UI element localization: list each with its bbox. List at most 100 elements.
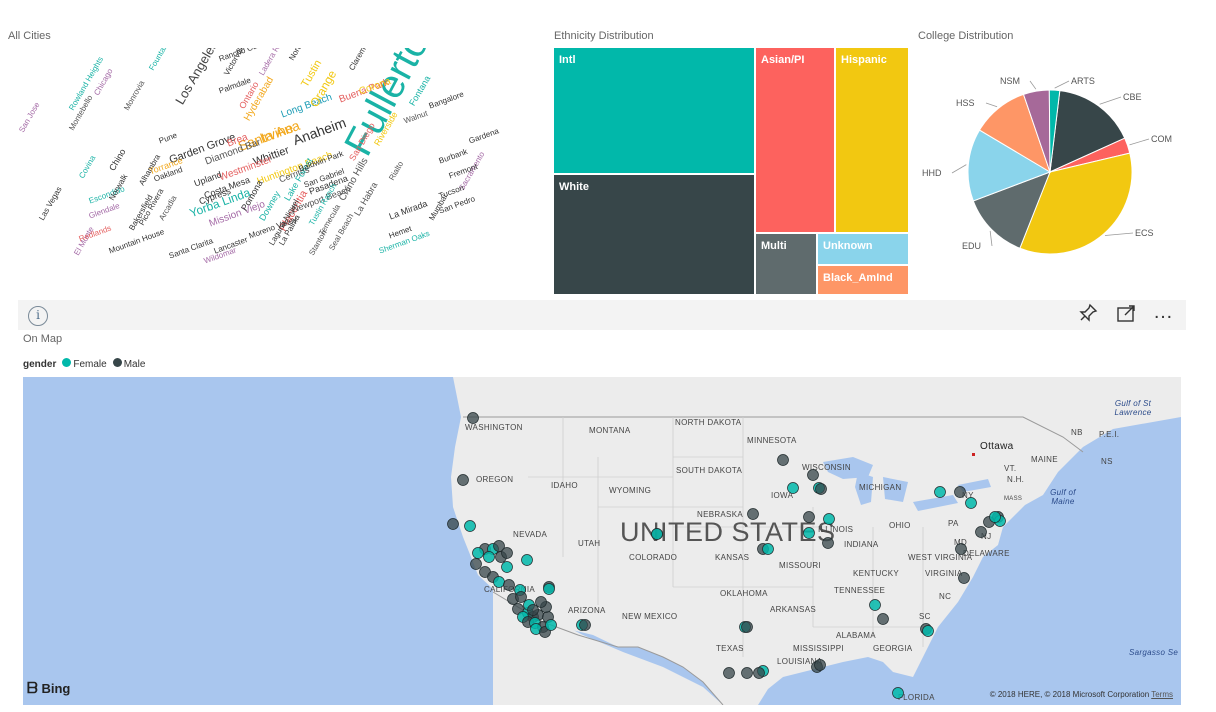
map-point[interactable] — [579, 619, 591, 631]
map-point[interactable] — [877, 613, 889, 625]
city-word[interactable]: La Mirada — [388, 198, 429, 221]
map-point[interactable] — [762, 543, 774, 555]
city-word[interactable]: Mountain House — [108, 227, 166, 255]
legend-item-female[interactable]: Female — [62, 358, 107, 370]
city-word[interactable]: Bangalore — [428, 90, 465, 111]
city-word[interactable]: Northridge — [287, 48, 313, 62]
map-point[interactable] — [777, 454, 789, 466]
map-point[interactable] — [747, 508, 759, 520]
map-point[interactable] — [651, 528, 663, 540]
map-point[interactable] — [470, 558, 482, 570]
map-point[interactable] — [892, 687, 904, 699]
map-point[interactable] — [965, 497, 977, 509]
map-point[interactable] — [741, 621, 753, 633]
pin-icon[interactable] — [1076, 303, 1100, 327]
map-point[interactable] — [955, 543, 967, 555]
city-word[interactable]: Ladera Ranch — [257, 48, 290, 77]
map-point[interactable] — [501, 561, 513, 573]
city-word[interactable]: Redlands — [78, 223, 113, 243]
map-point[interactable] — [493, 576, 505, 588]
treemap-tile-unknown[interactable]: Unknown — [818, 234, 910, 266]
treemap-tile-hispanic[interactable]: Hispanic — [836, 48, 910, 234]
map-point[interactable] — [483, 551, 495, 563]
treemap-tile-asian-pi[interactable]: Asian/PI — [756, 48, 836, 234]
visual-header — [18, 300, 1186, 330]
map-point[interactable] — [787, 482, 799, 494]
map-point[interactable] — [958, 572, 970, 584]
map-point[interactable] — [472, 547, 484, 559]
city-word-cloud[interactable]: Fullerton Anaheim Irvine Santa Ana Long Beac… — [8, 48, 538, 288]
map-point[interactable] — [823, 513, 835, 525]
city-word[interactable]: Covina — [77, 154, 97, 180]
bing-logo: ᗷ Bing — [27, 680, 71, 697]
city-word[interactable]: Rialto — [387, 160, 405, 182]
city-word[interactable]: Burbank — [438, 147, 469, 166]
map-point[interactable] — [741, 667, 753, 679]
city-word[interactable]: Walnut — [403, 109, 429, 126]
treemap-tile-white[interactable]: White — [554, 175, 756, 296]
city-word[interactable]: Gardena — [468, 126, 500, 145]
map-point[interactable] — [464, 520, 476, 532]
all-cities-title: All Cities — [8, 30, 51, 42]
treemap-tile-black-amind[interactable]: Black_AmInd — [818, 266, 910, 296]
city-word[interactable]: Las Vegas — [37, 185, 63, 222]
map-point[interactable] — [543, 583, 555, 595]
treemap-label: Intl — [559, 54, 576, 66]
map-point[interactable] — [803, 527, 815, 539]
ottawa-marker — [972, 453, 975, 456]
map-point[interactable] — [934, 486, 946, 498]
map-point[interactable] — [503, 579, 515, 591]
city-word[interactable]: Fountain Valley — [147, 48, 182, 72]
city-word[interactable]: La Habra — [352, 180, 379, 217]
city-word[interactable]: Glendale — [88, 201, 121, 220]
legend-title: gender — [23, 358, 57, 370]
city-word[interactable]: Stanton — [307, 229, 329, 257]
pie-label: ECS — [1135, 228, 1154, 238]
map-point[interactable] — [457, 474, 469, 486]
map-point[interactable] — [954, 486, 966, 498]
map-point[interactable] — [807, 469, 819, 481]
legend-item-male[interactable]: Male — [112, 358, 146, 370]
map-point[interactable] — [501, 547, 513, 559]
ethnicity-distribution-title: Ethnicity Distribution — [554, 30, 654, 42]
map-point[interactable] — [515, 591, 527, 603]
map-point[interactable] — [527, 604, 539, 616]
map-point[interactable] — [545, 619, 557, 631]
city-word[interactable]: San Jose — [17, 101, 41, 134]
map-point[interactable] — [989, 511, 1001, 523]
map-point[interactable] — [447, 518, 459, 530]
info-icon[interactable]: i — [28, 306, 48, 326]
us-map[interactable]: UNITED STATES WASHINGTON MONTANA NORTH D… — [23, 377, 1181, 705]
legend-label: Male — [123, 359, 146, 370]
city-word[interactable]: Monrovia — [122, 79, 146, 112]
city-word[interactable]: Claremont — [347, 48, 373, 72]
ethnicity-treemap[interactable]: Intl White Asian/PI Hispanic Multi Unkno… — [554, 48, 910, 296]
map-point[interactable] — [814, 659, 826, 671]
more-options-icon[interactable]: … — [1151, 302, 1175, 327]
treemap-tile-intl[interactable]: Intl — [554, 48, 756, 175]
map-point[interactable] — [467, 412, 479, 424]
treemap-tile-multi[interactable]: Multi — [756, 234, 818, 296]
map-point[interactable] — [753, 667, 765, 679]
city-word[interactable]: Los Angeles — [172, 48, 220, 107]
city-word[interactable]: Chino — [107, 147, 127, 172]
focus-mode-icon[interactable] — [1114, 303, 1138, 327]
map-point[interactable] — [535, 596, 547, 608]
college-pie-chart[interactable]: CBE COM ECS EDU HHD HSS NSM ARTS — [918, 48, 1208, 296]
treemap-label: Asian/PI — [761, 54, 805, 66]
map-attribution: © 2018 HERE, © 2018 Microsoft Corporatio… — [990, 690, 1173, 699]
map-point[interactable] — [869, 599, 881, 611]
map-point[interactable] — [815, 483, 827, 495]
map-point[interactable] — [803, 511, 815, 523]
treemap-label: Black_AmInd — [823, 272, 893, 284]
terms-link[interactable]: Terms — [1151, 690, 1173, 699]
city-word[interactable]: Pune — [158, 131, 179, 146]
map-point[interactable] — [822, 537, 834, 549]
map-point[interactable] — [723, 667, 735, 679]
pie-label: HSS — [956, 98, 975, 108]
map-point[interactable] — [922, 625, 934, 637]
attribution-text: © 2018 HERE, © 2018 Microsoft Corporatio… — [989, 690, 1150, 699]
pie-leader-line — [1104, 232, 1134, 236]
map-point[interactable] — [521, 554, 533, 566]
map-point[interactable] — [975, 526, 987, 538]
